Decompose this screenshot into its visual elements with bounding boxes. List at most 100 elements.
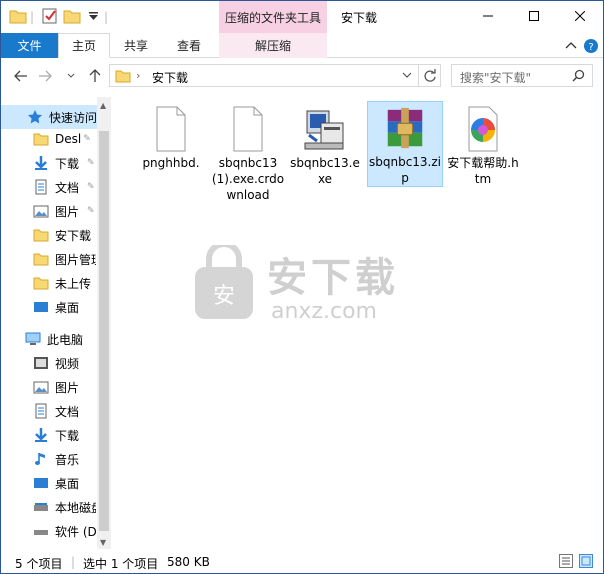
refresh-icon[interactable] [423,69,437,83]
folder-icon[interactable] [9,7,27,25]
sidebar-item-label: 图片 [55,204,80,219]
sidebar-item-label: 下载 [55,156,80,171]
close-button[interactable] [557,1,603,31]
installer-icon [304,110,344,150]
desktop-icon [34,302,48,312]
maximize-button[interactable] [511,1,557,31]
scroll-up-icon[interactable]: ▲ [100,101,106,110]
maximize-icon [529,11,539,21]
watermark: 安 安下载 anxz.com [191,241,421,341]
sidebar-item-documents-pinned[interactable]: 文档 ✎ [1,175,96,199]
shield-logo-icon: 安 [195,245,253,319]
folder-icon [33,229,49,242]
sidebar-item-local-disk[interactable]: 本地磁盘 [1,495,96,519]
divider [418,65,419,86]
sidebar-item-desktop[interactable]: 桌面 [1,295,96,319]
file-name: sbqnbc13.zip [368,155,442,185]
sidebar-item-videos[interactable]: 视频 [1,351,96,375]
file-item-selected[interactable]: sbqnbc13.zip [367,101,443,187]
sidebar-item-desktop-pinned[interactable]: Desl ✎ [1,127,96,151]
document-icon [35,403,47,419]
tab-home[interactable]: 主页 [58,33,110,58]
star-icon [28,110,42,124]
sidebar-item-label: 桌面 [55,300,80,315]
help-icon[interactable]: ? [583,38,599,54]
file-name: sbqnbc13.exe [290,156,360,186]
details-view-icon[interactable] [559,554,573,568]
item-count: 5 个项目 [15,557,63,571]
new-folder-icon[interactable] [63,7,81,25]
sidebar-item-label: 此电脑 [47,332,84,347]
pin-icon: ✎ [87,158,95,168]
sidebar-item-downloads[interactable]: 下载 [1,423,96,447]
sidebar-item-anxz[interactable]: 安下载 [1,223,96,247]
selected-size: 580 KB [167,555,210,569]
separator: | [30,10,35,24]
sidebar-item-desktop-pc[interactable]: 桌面 [1,471,96,495]
download-arrow-icon [35,428,47,442]
colorful-browser-icon [468,106,498,152]
file-name: sbqnbc13(1).exe.crdownload [211,156,285,202]
sidebar-item-label: 视频 [55,356,80,371]
title-bar: | | 压缩的文件夹工具 安下载 [1,1,603,33]
tab-extract[interactable]: 解压缩 [219,33,327,58]
arrow-up-icon [89,69,101,82]
computer-icon [25,332,41,345]
pin-icon: ✎ [87,182,95,192]
scrollbar-thumb[interactable] [99,131,109,531]
file-item[interactable]: sbqnbc13.exe [287,101,363,187]
recent-locations-button[interactable] [61,67,81,85]
sidebar-item-label: 快速访问 [49,110,97,125]
sidebar-item-label: 音乐 [55,452,80,467]
tab-view[interactable]: 查看 [164,33,214,58]
video-icon [34,357,48,369]
drive-icon [34,503,48,511]
folder-icon [33,133,49,146]
explorer-window: | | 压缩的文件夹工具 安下载 文件 主页 共享 查看 解压缩 ? › 安下载… [0,0,604,574]
forward-button[interactable] [35,67,55,85]
search-box[interactable]: 搜索"安下载" [451,64,593,87]
sidebar-scrollbar[interactable]: ▲ ▼ [97,97,111,549]
sidebar-item-label: 未上传 [55,276,92,291]
breadcrumb-current[interactable]: 安下载 [152,69,188,86]
sidebar-item-label: 图片 [55,380,80,395]
picture-icon [33,381,49,394]
file-item[interactable]: 安下载帮助.htm [445,101,521,187]
document-icon [35,179,47,195]
address-bar[interactable]: › 安下载 [109,64,441,87]
sidebar-item-software-drive[interactable]: 软件 (D [1,519,96,543]
sidebar-item-pictures-pinned[interactable]: 图片 ✎ [1,199,96,223]
sidebar-item-this-pc[interactable]: 此电脑 [1,327,96,351]
back-button[interactable] [11,67,31,85]
navigation-bar: › 安下载 搜索"安下载" [1,59,603,93]
file-item[interactable]: sbqnbc13(1).exe.crdownload [210,101,286,203]
minimize-button[interactable] [465,1,511,31]
tab-share[interactable]: 共享 [112,33,160,58]
chevron-down-icon [67,73,75,78]
search-icon[interactable] [572,69,585,82]
sidebar-item-music[interactable]: 音乐 [1,447,96,471]
customize-dropdown-icon[interactable] [85,7,103,25]
sidebar-item-downloads-pinned[interactable]: 下载 ✎ [1,151,96,175]
sidebar-item-not-uploaded[interactable]: 未上传 [1,271,96,295]
sidebar-item-label: 下载 [55,428,80,443]
scroll-down-icon[interactable]: ▼ [100,538,106,547]
sidebar-item-label: Desl [55,132,82,146]
close-icon [575,11,585,21]
sidebar-item-pictures[interactable]: 图片 [1,375,96,399]
chevron-down-icon[interactable] [402,72,412,79]
sidebar-item-documents[interactable]: 文档 [1,399,96,423]
properties-icon[interactable] [41,7,59,25]
file-item[interactable]: pnghhbd. [133,101,209,171]
up-button[interactable] [85,67,105,85]
breadcrumb-chevron-icon[interactable]: › [136,69,140,82]
sidebar-item-picture-manager[interactable]: 图片管理 [1,247,96,271]
sidebar-item-label: 文档 [55,180,80,195]
expand-ribbon-icon[interactable] [565,41,577,51]
file-name: 安下载帮助.htm [447,156,519,186]
large-icons-view-icon[interactable] [579,554,593,568]
sidebar-item-label: 文档 [55,404,80,419]
window-title: 安下载 [341,11,378,25]
tab-file[interactable]: 文件 [1,33,58,58]
sidebar-item-quick-access[interactable]: 快速访问 [1,105,97,129]
